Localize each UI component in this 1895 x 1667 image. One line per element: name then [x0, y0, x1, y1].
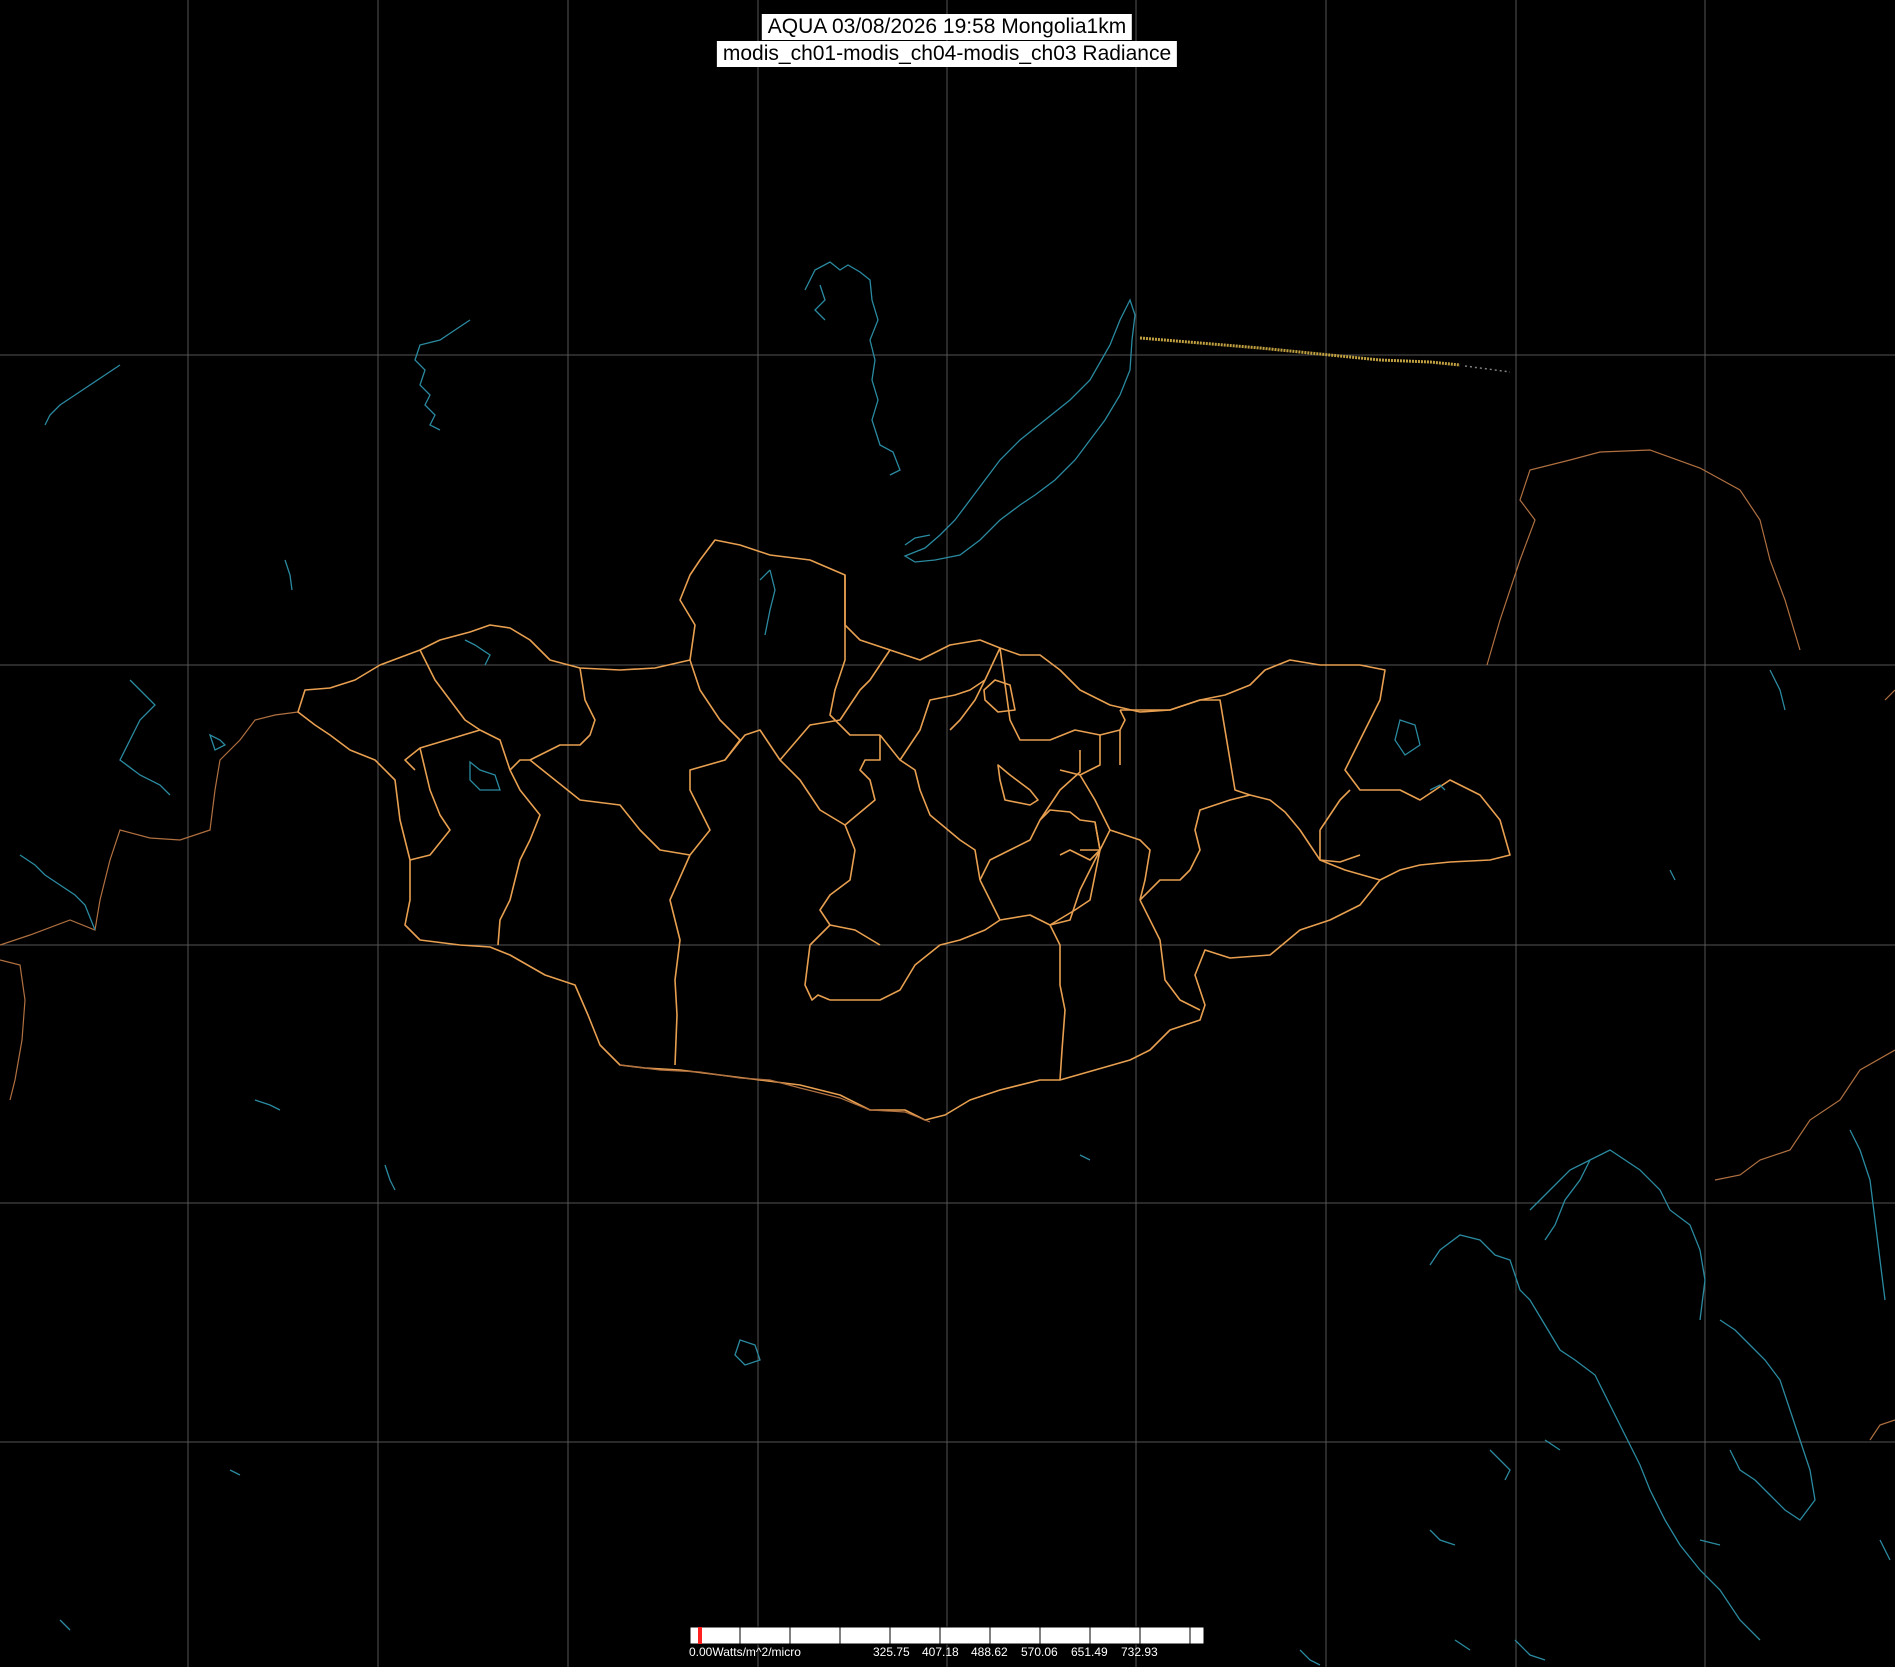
legend-tick-label: 651.49 [1071, 1645, 1108, 1659]
legend-tick-label: 732.93 [1121, 1645, 1158, 1659]
legend-tick-label: 570.06 [1021, 1645, 1058, 1659]
map-title: AQUA 03/08/2026 19:58 Mongolia1km [761, 14, 1133, 40]
map-subtitle: modis_ch01-modis_ch04-modis_ch03 Radianc… [716, 41, 1178, 67]
legend-marker [698, 1627, 702, 1644]
color-legend [689, 1626, 1205, 1645]
legend-tick-label: 407.18 [922, 1645, 959, 1659]
legend-tick-label: 325.75 [873, 1645, 910, 1659]
legend-min-label: 0.00Watts/m^2/micro [689, 1645, 801, 1659]
legend-tick-label: 488.62 [971, 1645, 1008, 1659]
legend-bar [689, 1626, 1205, 1645]
map-canvas [0, 0, 1895, 1667]
